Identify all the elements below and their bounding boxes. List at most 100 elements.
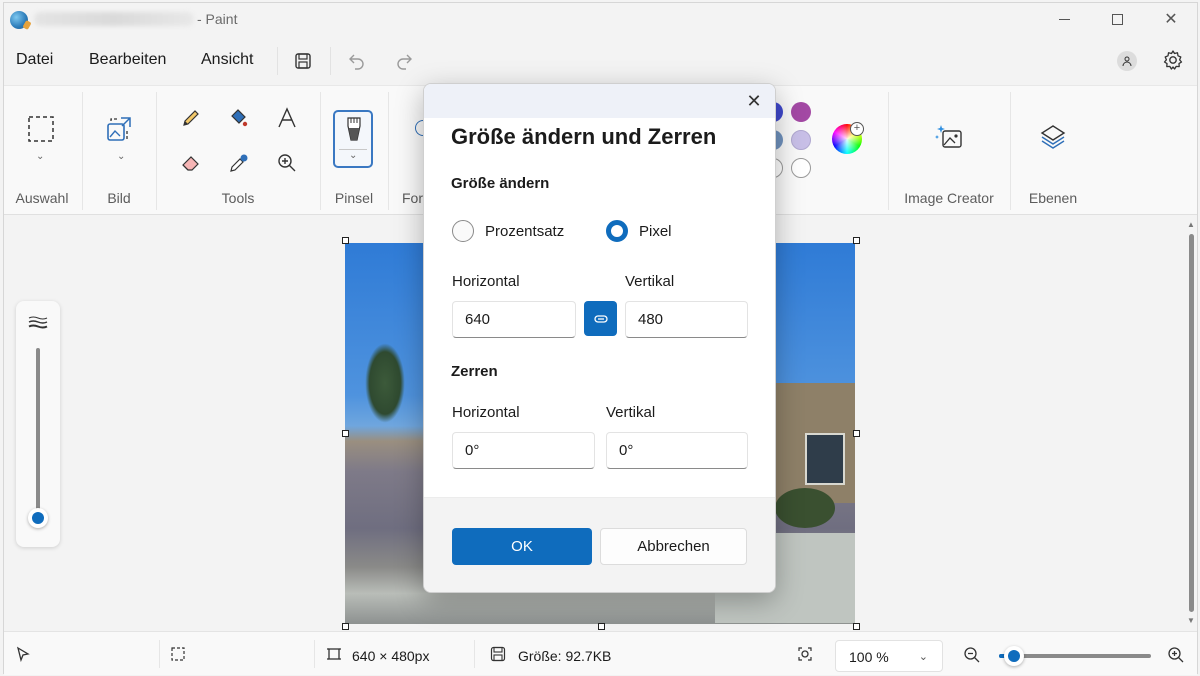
gear-icon [1163,50,1183,70]
resize-vertical-input[interactable] [626,302,747,337]
resize-handle[interactable] [853,623,860,630]
cancel-button[interactable]: Abbrechen [600,528,747,565]
profile-button[interactable] [1117,51,1137,71]
skew-vertical-input[interactable] [607,433,747,468]
minimize-button[interactable] [1041,3,1087,35]
canvas-size-text: 640 × 480px [352,648,430,664]
skew-horizontal-label: Horizontal [452,404,520,421]
color-swatch[interactable] [791,130,811,150]
brush-size-track[interactable] [36,348,40,518]
scrollbar-thumb[interactable] [1189,234,1194,612]
add-color-icon[interactable]: + [850,122,864,136]
close-icon: ✕ [1164,11,1178,28]
profile-icon [1122,56,1132,66]
ribbon-group-label: Pinsel [334,190,374,206]
text-icon [278,107,296,128]
skew-horizontal-input[interactable] [453,433,594,468]
redo-icon [397,54,412,70]
menu-datei[interactable]: Datei [16,51,53,69]
brush-button[interactable]: ⌄ [333,110,373,168]
selection-button[interactable] [26,114,56,144]
pencil-icon [183,110,199,126]
file-name-blurred [34,12,194,26]
maximize-button[interactable] [1094,3,1140,35]
ribbon-group-ebenen[interactable]: Ebenen [1011,86,1095,214]
resize-vertical-field[interactable] [625,301,748,338]
fill-bucket-icon [231,109,248,127]
magnifier-icon [278,154,296,172]
eraser-tool[interactable] [177,149,205,177]
ribbon-group-label: Ebenen [1028,190,1078,206]
zoom-out-icon[interactable] [963,646,981,664]
settings-button[interactable] [1161,48,1185,72]
minimize-icon [1058,18,1070,20]
resize-horizontal-field[interactable] [452,301,576,338]
magnifier-tool[interactable] [273,149,301,177]
scroll-down-icon[interactable]: ▼ [1187,616,1195,625]
color-swatch[interactable] [791,102,811,122]
save-icon [295,53,311,69]
chevron-down-icon[interactable]: ⌄ [349,150,357,161]
status-bar: 640 × 480px Größe: 92.7KB 100 % ⌄ [4,631,1197,675]
radio-pixel[interactable] [606,220,628,242]
ribbon-group-label: Image Creator [904,190,994,206]
close-icon: ✕ [746,91,762,111]
menu-ansicht[interactable]: Ansicht [201,51,253,69]
selection-size-icon [171,647,185,661]
ribbon-group-bild: ⌄ Bild [83,86,155,214]
redo-button[interactable] [389,47,419,75]
zoom-slider-thumb[interactable] [1004,646,1025,666]
ok-button[interactable]: OK [452,528,592,565]
resize-horizontal-input[interactable] [453,302,575,337]
save-button[interactable] [288,47,318,75]
close-button[interactable]: ✕ [1148,3,1194,35]
zoom-in-icon[interactable] [1167,646,1185,664]
radio-prozentsatz-label[interactable]: Prozentsatz [485,223,564,240]
layers-icon [1040,125,1066,149]
color-picker-tool[interactable] [225,149,253,177]
layers-button[interactable] [1038,122,1068,152]
text-tool[interactable] [273,104,301,132]
ribbon-group-image-creator[interactable]: Image Creator [889,86,1009,214]
skew-section-heading: Zerren [451,363,498,380]
chevron-down-icon[interactable]: ⌄ [117,151,125,162]
maximize-icon [1111,13,1123,25]
resize-handle[interactable] [853,237,860,244]
eraser-icon [182,156,199,171]
resize-handle[interactable] [342,623,349,630]
ribbon-group-tools: Tools [157,86,319,214]
resize-handle[interactable] [342,237,349,244]
brush-icon [347,117,361,141]
skew-horizontal-field[interactable] [452,432,595,469]
resize-handle[interactable] [598,623,605,630]
radio-pixel-label[interactable]: Pixel [639,223,672,240]
photo-tree [365,343,405,423]
resize-handle[interactable] [853,430,860,437]
brush-size-panel [16,301,60,547]
undo-button[interactable] [342,47,372,75]
fill-tool[interactable] [225,104,253,132]
image-creator-button[interactable] [934,122,964,152]
menu-bearbeiten[interactable]: Bearbeiten [89,51,166,69]
image-button[interactable] [104,114,134,144]
aspect-ratio-lock-button[interactable] [584,301,617,336]
status-divider [474,640,475,668]
chevron-down-icon[interactable]: ⌄ [36,151,44,162]
zoom-level-value: 100 % [849,649,889,665]
file-size-text: Größe: 92.7KB [518,648,612,664]
photo-bush [775,488,835,528]
pencil-tool[interactable] [177,104,205,132]
scroll-up-icon[interactable]: ▲ [1187,220,1195,229]
color-swatch[interactable] [791,158,811,178]
skew-vertical-field[interactable] [606,432,748,469]
zoom-level-dropdown[interactable]: 100 % ⌄ [835,640,943,672]
chevron-down-icon: ⌄ [918,651,928,663]
brush-size-thumb[interactable] [28,508,48,528]
vertical-scrollbar[interactable]: ▲ ▼ [1184,216,1199,630]
status-divider [314,640,315,668]
dialog-close-button[interactable]: ✕ [743,91,765,111]
radio-prozentsatz[interactable] [452,220,474,242]
menu-bar: Datei Bearbeiten Ansicht [4,41,1197,81]
resize-handle[interactable] [342,430,349,437]
fit-to-window-icon[interactable] [797,646,813,662]
